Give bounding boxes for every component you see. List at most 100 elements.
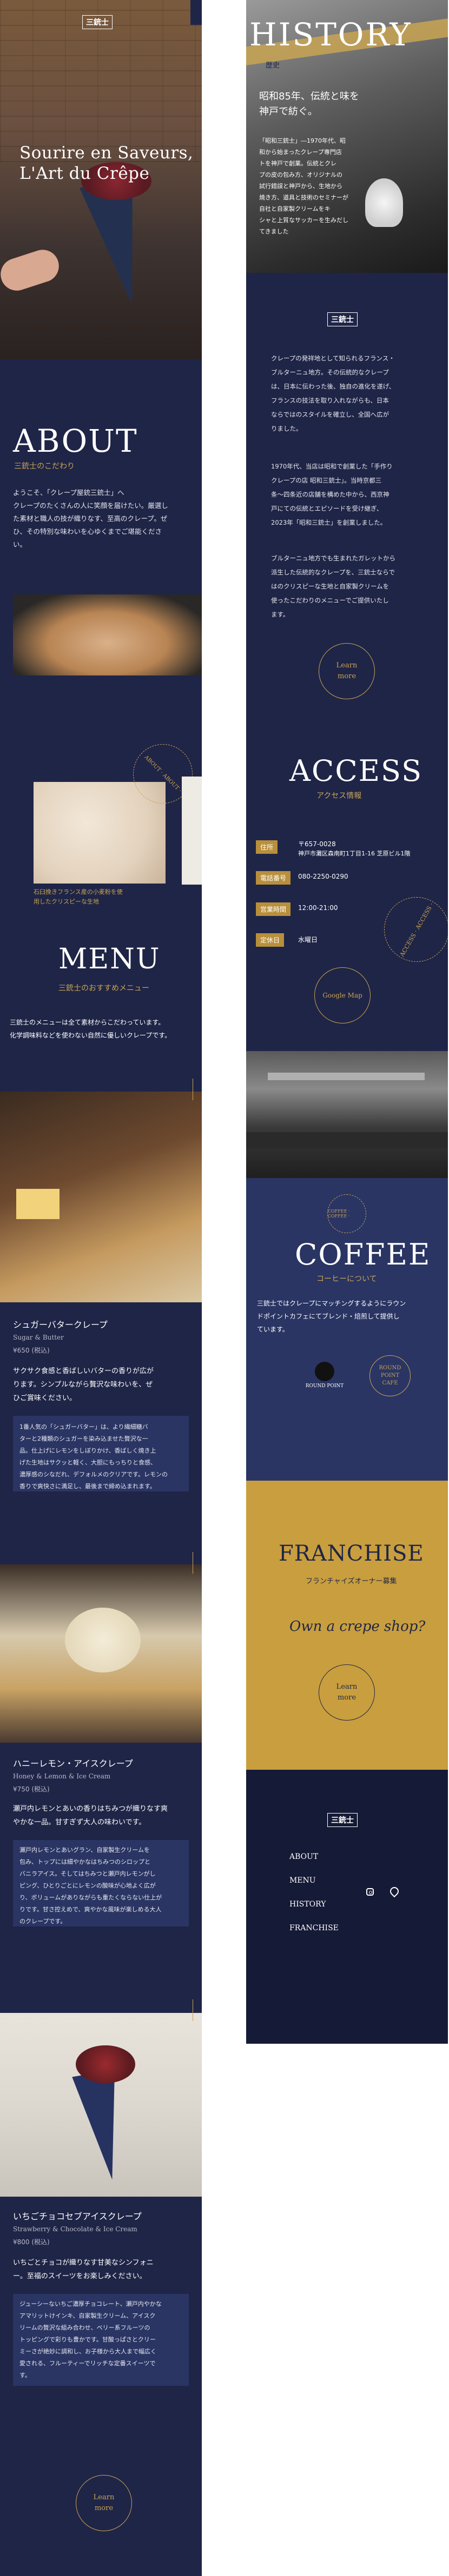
access-hours-badge: 営業時間 (256, 902, 291, 916)
history-logo: 三銃士 (327, 312, 358, 326)
coffee-rotating-text: COFFEE · COFFEE · (328, 1209, 350, 1219)
history-brand-logo: 三銃士 (327, 312, 358, 326)
access-address-line2: 神戸市灘区森南町1丁目1-16 芝原ビル1階 (298, 850, 411, 857)
menu-intro-line1: 三銃士のメニューは全て素材からこだわっています。 (10, 1019, 165, 1026)
hero-menu-tab[interactable] (190, 0, 202, 25)
round-point-logo: ROUND POINT (300, 1362, 349, 1389)
history-overlay-text: 「昭和三銃士」―1970年代、昭 和から始まったクレープ専門店 トを神戸で創業。… (259, 137, 348, 235)
menu-learn-more-line1: Learn (93, 2493, 115, 2501)
round-point-cafe-badge[interactable]: ROUND POINT CAFE (369, 1355, 411, 1396)
history-subtitle: 歴史 (266, 62, 280, 70)
brand-logo: 三銃士 (82, 15, 113, 29)
kitchen-counter (246, 1132, 448, 1148)
strawberry-topping (76, 2045, 135, 2083)
access-rotating-text: ACCESS · ACCESS · (398, 901, 435, 958)
access-hours: 12:00-21:00 (298, 904, 338, 912)
footer-nav-about[interactable]: ABOUT (289, 1852, 318, 1861)
history-tagline-line1: 昭和85年、伝統と味を (259, 91, 359, 102)
footer (246, 1770, 448, 2044)
google-map-button[interactable]: Google Map (314, 967, 371, 1023)
about-paragraph: ようこそ、「クレープ屋銃三銃士」へ クレープのたくさんの人に笑顔を届けたい。厳選… (13, 489, 168, 548)
access-address-line1: 〒657-0028 (298, 840, 336, 848)
menu-learn-more-line2: more (94, 2504, 114, 2512)
round-point-cup-icon (315, 1362, 334, 1381)
history-title: HISTORY (249, 16, 412, 53)
footer-nav-history[interactable]: HISTORY (289, 1900, 326, 1909)
access-address-badge: 住所 (256, 840, 278, 854)
hero-logo: 三銃士 (82, 15, 113, 29)
menu-item-1-desc: 1番人気の「シュガーバター」は、より繊細糖バ ターと2種類のシュガーを染み込ませ… (19, 1423, 168, 1490)
butter-block (16, 1189, 60, 1219)
round-point-badge-line2: POINT (380, 1373, 400, 1379)
ice-cream-scoop (65, 1608, 141, 1672)
menu-item-2-desc: 瀬戸内レモンとあいグラン、自家製生クリームを 包み、トップには細やかなはちみつの… (19, 1846, 162, 1925)
franchise-learn-more-button[interactable]: Learn more (319, 1664, 375, 1721)
kitchen-shelf (268, 1073, 425, 1080)
menu-item-3-photo (0, 2013, 202, 2197)
hero-photo: 三銃士 Sourire en Saveurs, L'Art du Crêpe (0, 0, 202, 359)
history-paragraph-3: ブルターニュ地方でも生まれたガレットから 派生した伝統的なクレープを、三銃士なら… (271, 554, 395, 618)
menu-item-2-photo (0, 1564, 202, 1743)
menu-learn-more-button[interactable]: Learn more (76, 2475, 132, 2531)
hand (0, 245, 63, 295)
history-learn-more-button[interactable]: Learn more (319, 643, 375, 699)
hero-title-line2: L'Art du Crêpe (19, 164, 150, 183)
round-point-badge-line3: CAFE (382, 1380, 398, 1386)
about-side-photo (182, 777, 202, 885)
instagram-lens (369, 1891, 372, 1894)
footer-nav-menu[interactable]: MENU (289, 1876, 316, 1885)
round-point-logo-text: ROUND POINT (305, 1383, 344, 1389)
access-closed-badge: 定休日 (256, 933, 285, 947)
franchise-subtitle: フランチャイズオーナー募集 (306, 1577, 397, 1585)
about-caption-line1: 石臼挽きフランス産の小麦粉を使 (34, 888, 123, 895)
menu-item-3-desc: ジューシーないちご濃厚チョコレート、瀬戸内やかな アマリットけインキ、自家製生ク… (19, 2300, 162, 2379)
franchise-title: FRANCHISE (279, 1541, 424, 1566)
about-photo-crepe (13, 594, 202, 675)
franchise-script-text: Own a crepe shop? (289, 1618, 426, 1635)
franchise-learn-more-line2: more (337, 1694, 356, 1702)
about-caption-line2: 用したクリスピーな生地 (34, 898, 99, 905)
access-subtitle: アクセス情報 (316, 792, 362, 800)
about-subtitle: 三銃士のこだわり (14, 462, 75, 471)
menu-item-1-name-en: Sugar & Butter (13, 1334, 64, 1341)
menu-item-2-name-en: Honey & Lemon & Ice Cream (13, 1772, 111, 1780)
coffee-rotating-badge: COFFEE · COFFEE · (327, 1194, 366, 1233)
menu-item-3-name: いちごチョコセブアイスクレープ (13, 2211, 142, 2222)
menu-item-2-price: ¥750 (税込) (13, 1785, 50, 1793)
about-title: ABOUT (13, 423, 138, 459)
round-point-badge-line1: ROUND (379, 1365, 401, 1371)
history-tagline-line2: 神戸で紡ぐ。 (259, 106, 318, 117)
footer-nav-franchise[interactable]: FRANCHISE (289, 1924, 339, 1932)
menu-item-3-name-en: Strawberry & Chocolate & Ice Cream (13, 2225, 137, 2233)
menu-item-1-lead: サクサク食感と香ばしいバターの香りが広が ります。シンプルながら贅沢な味わいを、… (13, 1367, 154, 1402)
menu-item-3-price: ¥800 (税込) (13, 2238, 50, 2246)
access-title: ACCESS (289, 754, 423, 788)
menu-subtitle: 三銃士のおすすめメニュー (58, 984, 149, 993)
google-map-label: Google Map (322, 992, 362, 999)
hero-title-line1: Sourire en Saveurs, (19, 143, 194, 163)
history-learn-more-line2: more (337, 672, 356, 680)
menu-intro-line2: 化学調味料などを使わない自然に優しいクレープです。 (10, 1032, 171, 1039)
footer-brand-logo: 三銃士 (327, 1813, 358, 1827)
access-phone[interactable]: 080-2250-0290 (298, 873, 348, 880)
franchise-learn-more-line1: Learn (336, 1683, 358, 1691)
instagram-icon[interactable] (366, 1888, 374, 1896)
menu-item-2-name: ハニーレモン・アイスクレープ (13, 1758, 133, 1769)
history-learn-more-line1: Learn (336, 661, 358, 670)
menu-item-1-price: ¥650 (税込) (13, 1347, 50, 1354)
menu-title: MENU (58, 943, 161, 975)
right-column: HISTORY 歴史 昭和85年、伝統と味を 神戸で紡ぐ。 「昭和三銃士」―19… (246, 0, 448, 2044)
footer-logo: 三銃士 (327, 1813, 358, 1827)
access-phone-badge: 電話番号 (256, 871, 291, 885)
access-shop-photo (246, 1051, 448, 1178)
history-paragraph-2: 1970年代、当店は昭和で創業した「手作り クレープの店 昭和三銃士」。当時京都… (271, 463, 393, 526)
menu-item-3-lead: いちごとチョコが織りなす甘美なシンフォニ ー。至福のスイーツをお楽しみください。 (13, 2259, 154, 2280)
history-paragraph-1: クレープの発祥地として知られるフランス・ ブルターニュ地方。その伝統的なクレープ… (271, 354, 395, 432)
access-closed: 水曜日 (298, 936, 318, 944)
coffee-title: COFFEE (295, 1237, 431, 1272)
coffee-subtitle: コーヒーについて (316, 1275, 377, 1283)
access-rotating-badge: ACCESS · ACCESS · (384, 897, 448, 962)
menu-item-2-lead: 瀬戸内レモンとあいの香りはちみつが織りなす爽 やかな一品。甘すぎず大人の味わいで… (13, 1805, 168, 1826)
strawberry-cone (72, 2069, 134, 2184)
about-rotating-text: ABOUT · ABOUT · (143, 754, 183, 794)
